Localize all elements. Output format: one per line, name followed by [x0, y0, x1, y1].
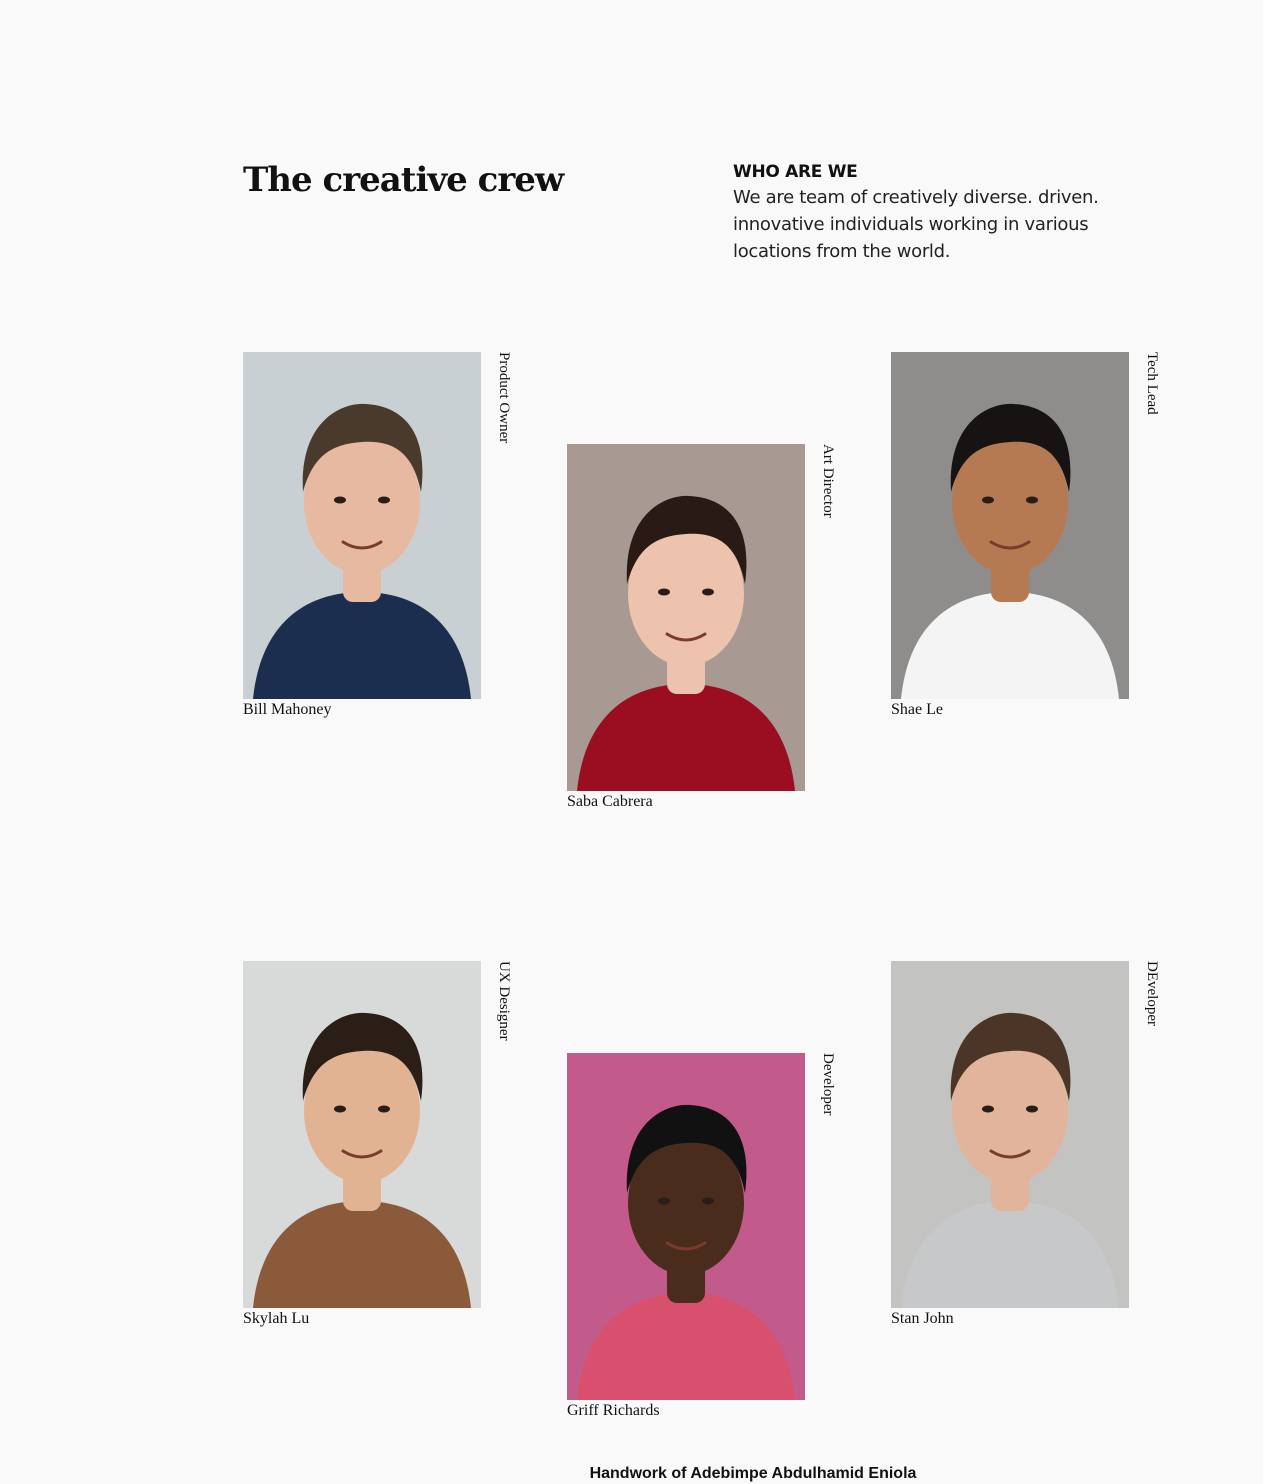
- member-role: Developer: [820, 1053, 836, 1116]
- member-photo: [891, 961, 1129, 1308]
- member-name: Skylah Lu: [243, 1310, 310, 1327]
- member-role: Art Director: [820, 444, 836, 518]
- member-photo: [567, 444, 805, 791]
- member-role: DEveloper: [1144, 961, 1160, 1026]
- about-heading: WHO ARE WE: [733, 162, 858, 182]
- portrait-image: [243, 352, 481, 699]
- portrait-image: [567, 444, 805, 791]
- member-name: Saba Cabrera: [567, 793, 653, 810]
- member-card: Product Owner Bill Mahoney: [243, 352, 533, 732]
- member-card: Tech Lead Shae Le: [891, 352, 1181, 732]
- about-section: WHO ARE WE We are team of creatively div…: [733, 160, 1133, 265]
- member-card: DEveloper Stan John: [891, 961, 1181, 1341]
- member-photo: [243, 961, 481, 1308]
- portrait-image: [891, 961, 1129, 1308]
- member-name: Bill Mahoney: [243, 701, 332, 718]
- member-card: Art Director Saba Cabrera: [567, 444, 857, 824]
- portrait-image: [567, 1053, 805, 1400]
- member-photo: [567, 1053, 805, 1400]
- member-card: Developer Griff Richards: [567, 1053, 857, 1433]
- member-role: UX Designer: [496, 961, 512, 1041]
- member-photo: [243, 352, 481, 699]
- member-card: UX Designer Skylah Lu: [243, 961, 533, 1341]
- portrait-image: [891, 352, 1129, 699]
- page-title: The creative crew: [243, 160, 564, 200]
- portrait-image: [243, 961, 481, 1308]
- member-name: Stan John: [891, 1310, 954, 1327]
- member-name: Griff Richards: [567, 1402, 660, 1419]
- member-name: Shae Le: [891, 701, 943, 718]
- member-photo: [891, 352, 1129, 699]
- about-text: We are team of creatively diverse. drive…: [733, 187, 1099, 262]
- footer-credit: Handwork of Adebimpe Abdulhamid Eniola: [589, 1465, 917, 1482]
- member-role: Product Owner: [496, 352, 512, 444]
- member-role: Tech Lead: [1144, 352, 1160, 415]
